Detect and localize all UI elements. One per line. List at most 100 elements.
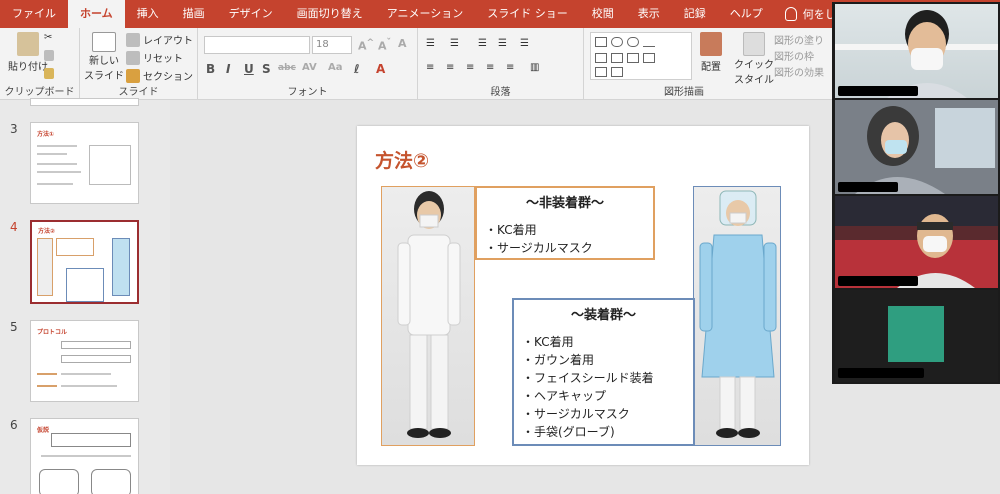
align-right-icon: ≡ (466, 62, 475, 73)
star-shape-icon[interactable] (595, 67, 607, 77)
slide-thumbnail-3[interactable]: 方法① (30, 122, 139, 204)
non-wearing-group-box[interactable]: 〜非装着群〜 ・KC着用 ・サージカルマスク (475, 186, 655, 260)
current-slide[interactable]: 方法② 〜非装着群〜 ・KC着用 ・サージカルマスク 〜装着群〜 ・KC着用 ・… (357, 126, 809, 465)
photo-non-wearing-group[interactable] (381, 186, 475, 446)
new-slide-button[interactable]: 新しい スライド (84, 32, 124, 82)
thumbnail-photo (112, 238, 130, 296)
tab-draw[interactable]: 描画 (171, 0, 217, 28)
thumbnail-table (61, 341, 131, 349)
decrease-font-button[interactable]: Aˇ (378, 37, 391, 53)
textbox-shape-icon[interactable] (595, 53, 607, 63)
tab-review[interactable]: 校閲 (580, 0, 626, 28)
non-wearing-group-heading: 〜非装着群〜 (525, 196, 604, 211)
bracket-shape-icon[interactable] (611, 67, 623, 77)
numbering-button[interactable]: ☰ (450, 38, 459, 49)
arrow-shape-icon[interactable] (611, 53, 623, 63)
person-figure (397, 191, 461, 438)
thumbnail-box (56, 238, 94, 256)
thumbnail-text-line (37, 183, 73, 185)
thumbnail-title: 方法② (38, 228, 56, 235)
bullet-list-icon: ☰ (426, 38, 435, 49)
distribute-button[interactable]: ≡ (506, 62, 514, 73)
list-item: ・サージカルマスク (485, 241, 593, 255)
paste-button[interactable]: 貼り付け (8, 32, 48, 73)
cut-button[interactable]: ✂ (44, 32, 52, 43)
distribute-icon: ≡ (506, 62, 515, 73)
wearing-group-box[interactable]: 〜装着群〜 ・KC着用 ・ガウン着用 ・フェイスシールド装着 ・ヘアキャップ ・… (512, 298, 695, 446)
triangle-shape-icon[interactable] (627, 53, 639, 63)
slide-thumbnail-4[interactable]: 方法② (30, 220, 139, 304)
change-case-button[interactable]: Aa (328, 62, 343, 73)
strikethrough-button[interactable]: abc (278, 63, 296, 73)
increase-indent-button[interactable]: ☰ (498, 38, 507, 49)
shape-outline-button[interactable]: 図形の枠 (774, 48, 814, 63)
indent-right-icon: ☰ (498, 38, 507, 49)
slide-title[interactable]: 方法② (375, 146, 429, 173)
participant-video (855, 106, 995, 194)
reset-button[interactable]: リセット (126, 50, 183, 65)
group-font: 18 A^ Aˇ A B I U S abc AV Aa ℓ A フォント (198, 28, 418, 100)
underline-button[interactable]: U (244, 62, 254, 76)
tab-record[interactable]: 記録 (672, 0, 718, 28)
tab-view[interactable]: 表示 (626, 0, 672, 28)
shape-fill-label: 図形の塗り (774, 36, 824, 47)
tab-animations[interactable]: アニメーション (375, 0, 476, 28)
shape-fill-button[interactable]: 図形の塗り (774, 32, 824, 47)
section-button[interactable]: セクション (126, 68, 193, 83)
decrease-indent-button[interactable]: ☰ (478, 38, 487, 49)
lightbulb-icon (784, 7, 797, 21)
connector-shape-icon[interactable] (643, 53, 655, 63)
font-color-button[interactable]: A (376, 62, 385, 76)
shape-gallery[interactable] (590, 32, 692, 80)
shape-effects-button[interactable]: 図形の効果 (774, 64, 824, 79)
photo-wearing-group[interactable] (693, 186, 781, 446)
bold-button[interactable]: B (206, 62, 215, 76)
columns-icon: ▥ (530, 62, 540, 73)
font-size-combo[interactable]: 18 (312, 36, 352, 54)
tab-transitions[interactable]: 画面切り替え (285, 0, 375, 28)
tab-insert[interactable]: 挿入 (125, 0, 171, 28)
tab-home[interactable]: ホーム (68, 0, 125, 28)
format-painter-button[interactable] (44, 68, 54, 79)
slide-thumbnail-pane: 3 方法① 4 方法② 5 プロトコル 6 仮説 (0, 98, 170, 494)
reset-label: リセット (143, 54, 183, 65)
tab-design[interactable]: デザイン (217, 0, 285, 28)
arrange-button[interactable]: 配置 (700, 32, 722, 73)
align-left-button[interactable]: ≡ (426, 62, 434, 73)
line-spacing-button[interactable]: ☰ (520, 38, 529, 49)
columns-button[interactable]: ▥ (530, 62, 539, 73)
group-label: 図形描画 (664, 87, 704, 98)
char-spacing-button[interactable]: AV (302, 62, 317, 73)
justify-button[interactable]: ≡ (486, 62, 494, 73)
layout-button[interactable]: レイアウト (126, 32, 193, 47)
copy-button[interactable] (44, 50, 54, 61)
slide-thumbnail-6[interactable]: 仮説 (30, 418, 139, 494)
slide-thumbnail-5[interactable]: プロトコル (30, 320, 139, 402)
list-item: ・フェイスシールド装着 (522, 371, 654, 385)
italic-button[interactable]: I (226, 62, 230, 76)
oval-shape-icon[interactable] (627, 37, 639, 47)
list-item: ・ガウン着用 (522, 353, 595, 367)
rectangle-shape-icon[interactable] (595, 37, 607, 47)
rounded-rectangle-icon[interactable] (611, 37, 623, 47)
shadow-button[interactable]: S (262, 62, 271, 76)
font-name-combo[interactable] (204, 36, 310, 54)
thumbnail-box (51, 433, 131, 447)
highlight-button[interactable]: ℓ (354, 62, 360, 76)
align-right-button[interactable]: ≡ (466, 62, 474, 73)
slide-thumbnail-2[interactable] (30, 98, 139, 106)
thumbnail-title: 仮説 (37, 427, 50, 434)
video-tile-participant-3[interactable] (835, 196, 998, 288)
tab-file[interactable]: ファイル (0, 0, 68, 28)
quick-style-button[interactable]: クイック スタイル (734, 32, 774, 86)
clear-format-button[interactable]: A (398, 37, 407, 50)
tab-help[interactable]: ヘルプ (718, 0, 775, 28)
thumbnail-text-line (37, 171, 81, 173)
bullets-button[interactable]: ☰ (426, 38, 435, 49)
tab-slideshow[interactable]: スライド ショー (475, 0, 580, 28)
align-center-button[interactable]: ≡ (446, 62, 454, 73)
video-tile-participant-2[interactable] (835, 100, 998, 194)
video-tile-participant-1[interactable] (835, 4, 998, 98)
line-shape-icon[interactable] (643, 37, 655, 47)
increase-font-button[interactable]: A^ (358, 37, 374, 53)
